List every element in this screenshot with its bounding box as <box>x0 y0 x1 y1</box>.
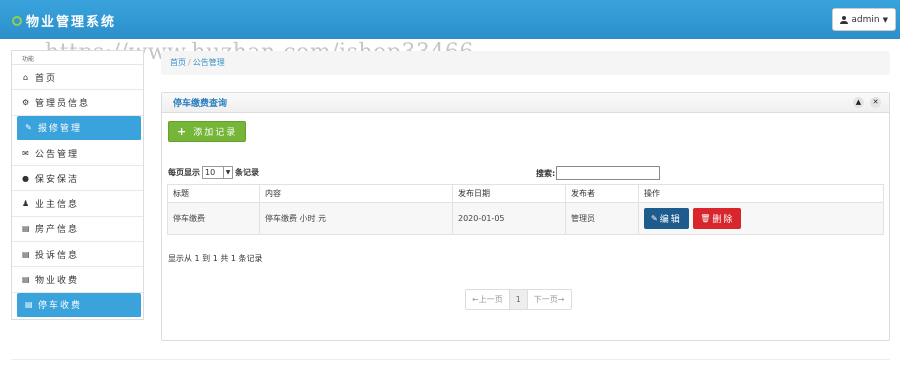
sidebar-item-parking[interactable]: ▤ 停车收费 <box>17 292 141 318</box>
sidebar-item-complaint[interactable]: ▤ 投诉信息 <box>12 242 143 268</box>
table-header-row: 标题 内容 发布日期 发布者 操作 <box>167 184 884 203</box>
search-control: 搜索: <box>536 166 661 180</box>
app-brand[interactable]: 物业管理系统 <box>12 11 116 30</box>
sidebar-item-label: 首页 <box>35 73 58 84</box>
breadcrumb-current: 公告管理 <box>192 58 225 67</box>
close-icon[interactable]: ✕ <box>870 97 881 108</box>
gear-icon: ⚙ <box>22 97 32 107</box>
page-length-select[interactable]: 10 ▼ <box>202 166 233 179</box>
sidebar-item-label: 停车收费 <box>38 301 83 312</box>
cell-title: 停车缴费 <box>167 202 260 235</box>
sidebar-item-security[interactable]: ● 保安保洁 <box>12 166 143 192</box>
sidebar-item-home[interactable]: ⌂ 首页 <box>12 65 143 91</box>
list-icon: ▤ <box>22 275 32 285</box>
envelope-icon: ✉ <box>22 148 31 158</box>
sidebar-item-owner[interactable]: ♟ 业主信息 <box>12 191 143 217</box>
breadcrumb: 首页 / 公告管理 <box>161 51 890 75</box>
sidebar-item-label: 保安保洁 <box>35 174 80 185</box>
edit-button[interactable]: ✎ 编辑 <box>644 208 689 229</box>
list-icon: ▤ <box>25 300 35 310</box>
breadcrumb-home[interactable]: 首页 <box>170 58 186 67</box>
sidebar-item-label: 管理员信息 <box>35 98 91 109</box>
table-row: 停车缴费 停车缴费 小时 元 2020-01-05 管理员 ✎ 编辑 🗑 删除 <box>167 202 884 235</box>
sidebar-item-label: 业主信息 <box>35 200 80 211</box>
sidebar-item-admin-info[interactable]: ⚙ 管理员信息 <box>12 90 143 116</box>
search-label: 搜索: <box>536 168 556 178</box>
pagination-page-1[interactable]: 1 <box>509 290 528 309</box>
cell-actions: ✎ 编辑 🗑 删除 <box>638 202 884 235</box>
query-panel: 停车缴费查询 ▲ ✕ + 添加记录 每页显示 10 ▼ 条记录 搜索: 标题 内容… <box>161 92 890 341</box>
table-info: 显示从 1 到 1 共 1 条记录 <box>168 254 263 263</box>
page-length-value: 10 <box>205 168 216 177</box>
column-header-author[interactable]: 发布者 <box>565 184 639 203</box>
sidebar-item-label: 报修管理 <box>38 124 83 135</box>
collapse-icon[interactable]: ▲ <box>853 97 864 108</box>
sidebar-item-label: 投诉信息 <box>35 250 80 261</box>
column-header-title[interactable]: 标题 <box>167 184 260 203</box>
delete-label: 删除 <box>712 215 735 225</box>
page-length-suffix: 条记录 <box>235 168 259 177</box>
plus-icon: + <box>177 125 189 138</box>
info-icon: ● <box>22 173 31 183</box>
add-record-label: 添加记录 <box>193 128 238 138</box>
edit-label: 编辑 <box>659 215 682 225</box>
delete-button[interactable]: 🗑 删除 <box>693 208 742 229</box>
user-menu-button[interactable]: admin ▼ <box>832 8 896 31</box>
edit-icon: ✎ <box>651 214 658 223</box>
chevron-down-icon: ▼ <box>223 167 232 178</box>
sidebar-item-label: 物业收费 <box>35 276 80 287</box>
cell-content: 停车缴费 小时 元 <box>259 202 453 235</box>
list-icon: ▤ <box>22 224 32 234</box>
add-record-button[interactable]: + 添加记录 <box>168 121 247 142</box>
panel-title: 停车缴费查询 <box>173 99 228 109</box>
sidebar-item-label: 公告管理 <box>35 149 80 160</box>
cell-author: 管理员 <box>565 202 639 235</box>
user-icon: ♟ <box>22 199 32 209</box>
app-title: 物业管理系统 <box>26 15 117 30</box>
sidebar-title: 功能 <box>12 51 143 65</box>
user-icon <box>840 15 849 24</box>
top-navbar: 物业管理系统 admin ▼ <box>0 0 900 39</box>
user-name: admin <box>851 14 880 25</box>
cell-date: 2020-01-05 <box>452 202 566 235</box>
sidebar: 功能 ⌂ 首页 ⚙ 管理员信息 ✎ 报修管理 ✉ 公告管理 ● 保安保洁 ♟ 业主信息 ▤ 房… <box>11 50 144 320</box>
wrench-icon: ✎ <box>25 123 34 133</box>
pagination-next[interactable]: 下一页→ <box>528 290 571 309</box>
sidebar-item-notice[interactable]: ✉ 公告管理 <box>12 141 143 167</box>
sidebar-item-fees[interactable]: ▤ 物业收费 <box>12 267 143 293</box>
page-length-control: 每页显示 10 ▼ 条记录 <box>168 166 259 179</box>
breadcrumb-separator: / <box>188 58 191 67</box>
sidebar-item-label: 房产信息 <box>35 225 80 236</box>
home-icon: ⌂ <box>22 72 31 82</box>
pagination-prev[interactable]: ←上一页 <box>466 290 510 309</box>
caret-down-icon: ▼ <box>882 15 888 24</box>
logo-icon <box>12 15 22 26</box>
page-length-prefix: 每页显示 <box>168 168 200 177</box>
sidebar-item-repair[interactable]: ✎ 报修管理 <box>17 115 141 141</box>
records-table: 标题 内容 发布日期 发布者 操作 停车缴费 停车缴费 小时 元 2020-01… <box>167 184 884 235</box>
list-icon: ▤ <box>22 249 32 259</box>
column-header-content[interactable]: 内容 <box>259 184 453 203</box>
column-header-actions: 操作 <box>638 184 884 203</box>
panel-header: 停车缴费查询 ▲ ✕ <box>162 93 889 113</box>
column-header-date[interactable]: 发布日期 <box>452 184 566 203</box>
pagination: ←上一页 1 下一页→ <box>465 289 572 310</box>
sidebar-item-property[interactable]: ▤ 房产信息 <box>12 217 143 243</box>
footer-divider <box>11 359 890 360</box>
trash-icon: 🗑 <box>700 214 711 223</box>
search-input[interactable] <box>556 166 661 180</box>
